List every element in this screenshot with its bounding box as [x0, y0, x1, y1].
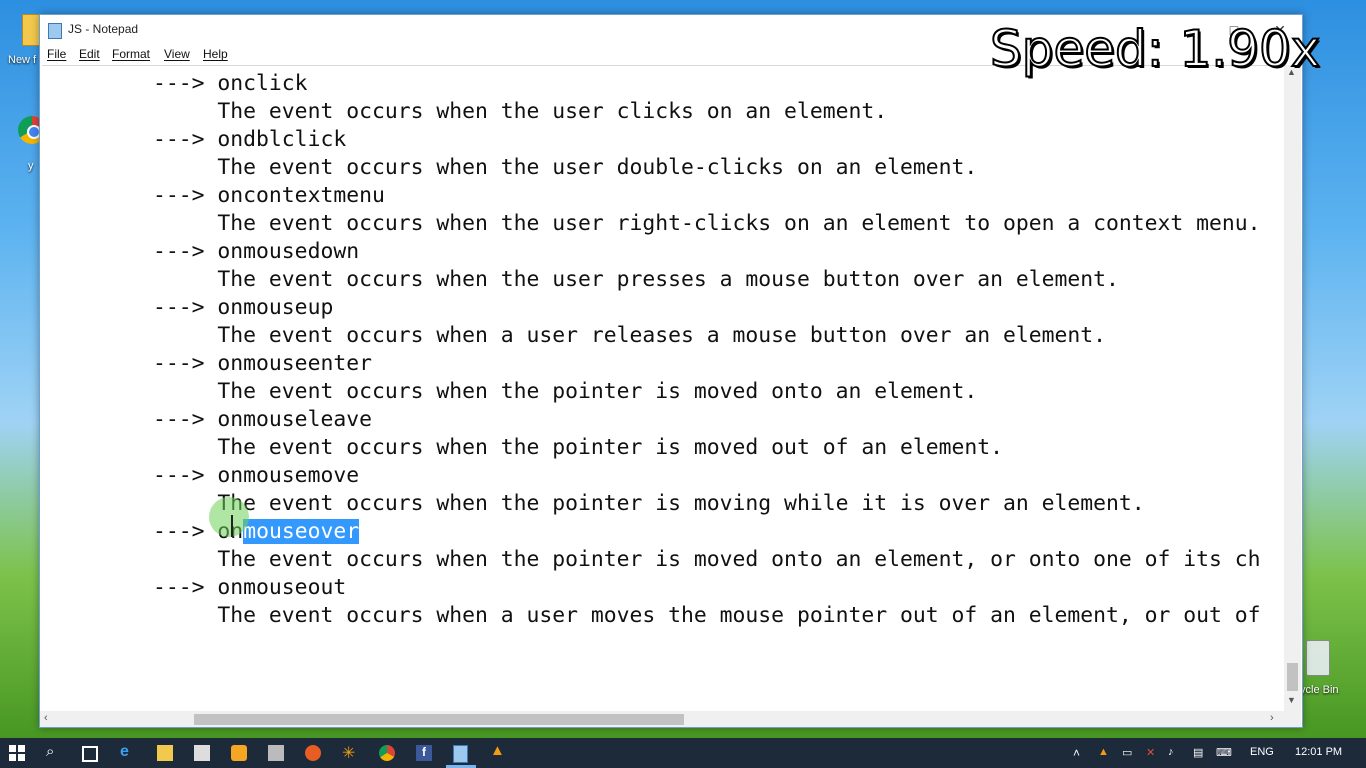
tray-vlc-icon[interactable]: ▲ [1098, 746, 1109, 758]
taskbar: ⌕ e ✳ f ▲ ˄ ▲ ▭ ✕ ♪ ▤ ⌨ ENG 12:01 PM [0, 738, 1366, 768]
event-name-line: ---> onmouseover [50, 518, 360, 546]
keyboard-icon[interactable]: ⌨ [1216, 746, 1232, 759]
fox-icon[interactable] [305, 745, 321, 761]
event-description-line: The event occurs when the pointer is mov… [50, 379, 978, 404]
text-editor[interactable]: ---> onclick The event occurs when the u… [42, 65, 1282, 712]
facebook-icon[interactable]: f [416, 745, 432, 761]
event-name-line: ---> oncontextmenu [50, 183, 385, 208]
horizontal-scroll-thumb[interactable] [194, 714, 684, 725]
menu-file[interactable]: File [47, 47, 66, 61]
horizontal-scrollbar[interactable]: ‹ › [40, 711, 1284, 727]
event-description-line: The event occurs when the user clicks on… [50, 99, 888, 124]
notepad-icon [48, 23, 62, 39]
menu-view[interactable]: View [164, 47, 190, 61]
notepad-taskbar-icon[interactable] [453, 745, 468, 763]
search-icon[interactable]: ⌕ [46, 743, 62, 760]
scroll-down-icon[interactable]: ▼ [1287, 695, 1296, 705]
recycle-bin-icon[interactable] [1306, 640, 1330, 676]
scroll-right-icon[interactable]: › [1270, 712, 1274, 724]
menu-edit[interactable]: Edit [79, 47, 100, 61]
cursor-highlight [209, 497, 249, 537]
scrollbar-corner [1284, 711, 1301, 727]
event-name-line: ---> onmouseout [50, 575, 347, 600]
event-description-line: The event occurs when the pointer is mov… [50, 547, 1261, 572]
file-explorer-icon[interactable] [157, 745, 173, 761]
network-icon[interactable]: ✕ [1146, 746, 1155, 759]
sparkle-icon[interactable]: ✳ [342, 743, 358, 762]
store-icon[interactable] [194, 745, 210, 761]
chrome-taskbar-icon[interactable] [379, 745, 395, 761]
recycle-bin-label: ycle Bin [1300, 684, 1339, 696]
volume-icon[interactable]: ♪ [1168, 746, 1174, 758]
event-description-line: The event occurs when a user moves the m… [50, 603, 1261, 628]
text-cursor-icon [231, 515, 233, 537]
vertical-scrollbar[interactable]: ▲ ▼ [1284, 65, 1301, 711]
event-description-line: The event occurs when the pointer is mov… [50, 435, 1003, 460]
vlc-icon[interactable]: ▲ [490, 742, 506, 759]
event-name-line: ---> onclick [50, 71, 308, 96]
event-name-line: ---> onmousemove [50, 463, 360, 488]
notifications-icon[interactable]: ▤ [1193, 746, 1203, 759]
menu-help[interactable]: Help [203, 47, 228, 61]
notepad-window: JS - Notepad – □ ✕ File Edit Format View… [39, 14, 1303, 728]
event-description-line: The event occurs when the user right-cli… [50, 211, 1261, 236]
language-indicator[interactable]: ENG [1250, 746, 1274, 758]
film-icon[interactable] [268, 745, 284, 761]
start-button[interactable] [9, 745, 25, 761]
event-description-line: The event occurs when the user double-cl… [50, 155, 978, 180]
event-name-line: ---> ondblclick [50, 127, 347, 152]
menu-format[interactable]: Format [112, 47, 150, 61]
event-name-line: ---> onmouseenter [50, 351, 372, 376]
selected-text[interactable]: mouseover [243, 519, 360, 544]
vertical-scroll-thumb[interactable] [1287, 663, 1298, 691]
chrome-label: y [28, 160, 34, 172]
clock[interactable]: 12:01 PM [1295, 746, 1342, 758]
tray-chevron-icon[interactable]: ˄ [1073, 746, 1080, 760]
folder-label: New f [8, 54, 37, 66]
event-description-line: The event occurs when the user presses a… [50, 267, 1119, 292]
event-name-line: ---> onmouseup [50, 295, 334, 320]
event-name-line: ---> onmousedown [50, 239, 360, 264]
scroll-left-icon[interactable]: ‹ [44, 712, 48, 724]
speed-overlay: Speed: 1.90x [989, 19, 1321, 79]
edge-icon[interactable]: e [120, 743, 136, 760]
battery-icon[interactable]: ▭ [1122, 746, 1132, 759]
task-view-icon[interactable] [82, 746, 98, 762]
media-icon[interactable] [231, 745, 247, 761]
event-name-line: ---> onmouseleave [50, 407, 372, 432]
window-title: JS - Notepad [68, 22, 139, 36]
event-description-line: The event occurs when a user releases a … [50, 323, 1107, 348]
